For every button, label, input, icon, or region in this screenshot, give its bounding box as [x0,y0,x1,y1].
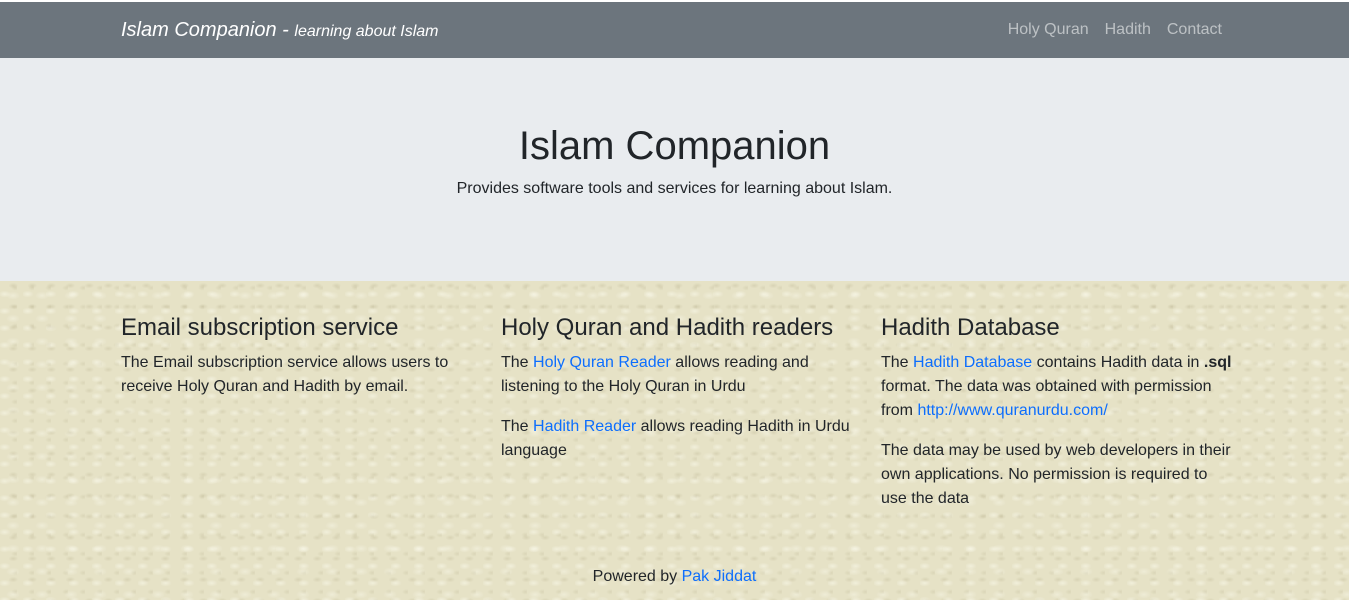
hero-title: Islam Companion [518,124,831,168]
text-fragment: The [501,418,534,435]
hadith-database-paragraph: The Hadith Database contains Hadith data… [881,351,1236,423]
email-subscription-text: The Email subscription service allows us… [121,354,449,395]
nav-link-holy-quran[interactable]: Holy Quran [1008,2,1089,58]
brand-tagline: learning about Islam [294,23,439,40]
nav-links: Holy Quran Hadith Contact [1008,2,1222,58]
hero-subtitle: Provides software tools and services for… [456,180,893,197]
hadith-database-column: Hadith Database The Hadith Database cont… [881,313,1236,527]
hero-banner: Islam Companion Provides software tools … [0,58,1349,281]
hadith-database-heading: Hadith Database [881,314,1060,341]
text-fragment: The [501,354,534,371]
readers-heading: Holy Quran and Hadith readers [501,314,834,341]
hadith-reader-link[interactable]: Hadith Reader [533,418,636,435]
footer-prefix: Powered by [592,568,682,585]
hadith-reader-paragraph: The Hadith Reader allows reading Hadith … [501,415,856,463]
navbar: Islam Companion - learning about Islam H… [0,2,1349,58]
nav-link-hadith[interactable]: Hadith [1105,2,1151,58]
text-fragment: The [881,354,914,371]
holy-quran-reader-link[interactable]: Holy Quran Reader [533,354,671,371]
sql-format-label: .sql [1203,354,1232,371]
email-subscription-heading: Email subscription service [121,314,399,341]
nav-link-contact[interactable]: Contact [1167,2,1222,58]
pak-jiddat-link[interactable]: Pak Jiddat [682,568,757,585]
text-fragment: contains Hadith data in [1032,354,1204,371]
brand-title: Islam Companion - [121,19,295,41]
data-usage-paragraph: The data may be used by web developers i… [881,442,1231,507]
email-subscription-column: Email subscription service The Email sub… [121,313,476,415]
quran-reader-paragraph: The Holy Quran Reader allows reading and… [501,351,856,399]
brand[interactable]: Islam Companion - learning about Islam [121,2,439,58]
readers-column: Holy Quran and Hadith readers The Holy Q… [501,313,856,479]
hadith-database-link[interactable]: Hadith Database [913,354,1032,371]
quranurdu-link[interactable]: http://www.quranurdu.com/ [917,402,1107,419]
footer: Powered by Pak Jiddat [0,566,1349,588]
